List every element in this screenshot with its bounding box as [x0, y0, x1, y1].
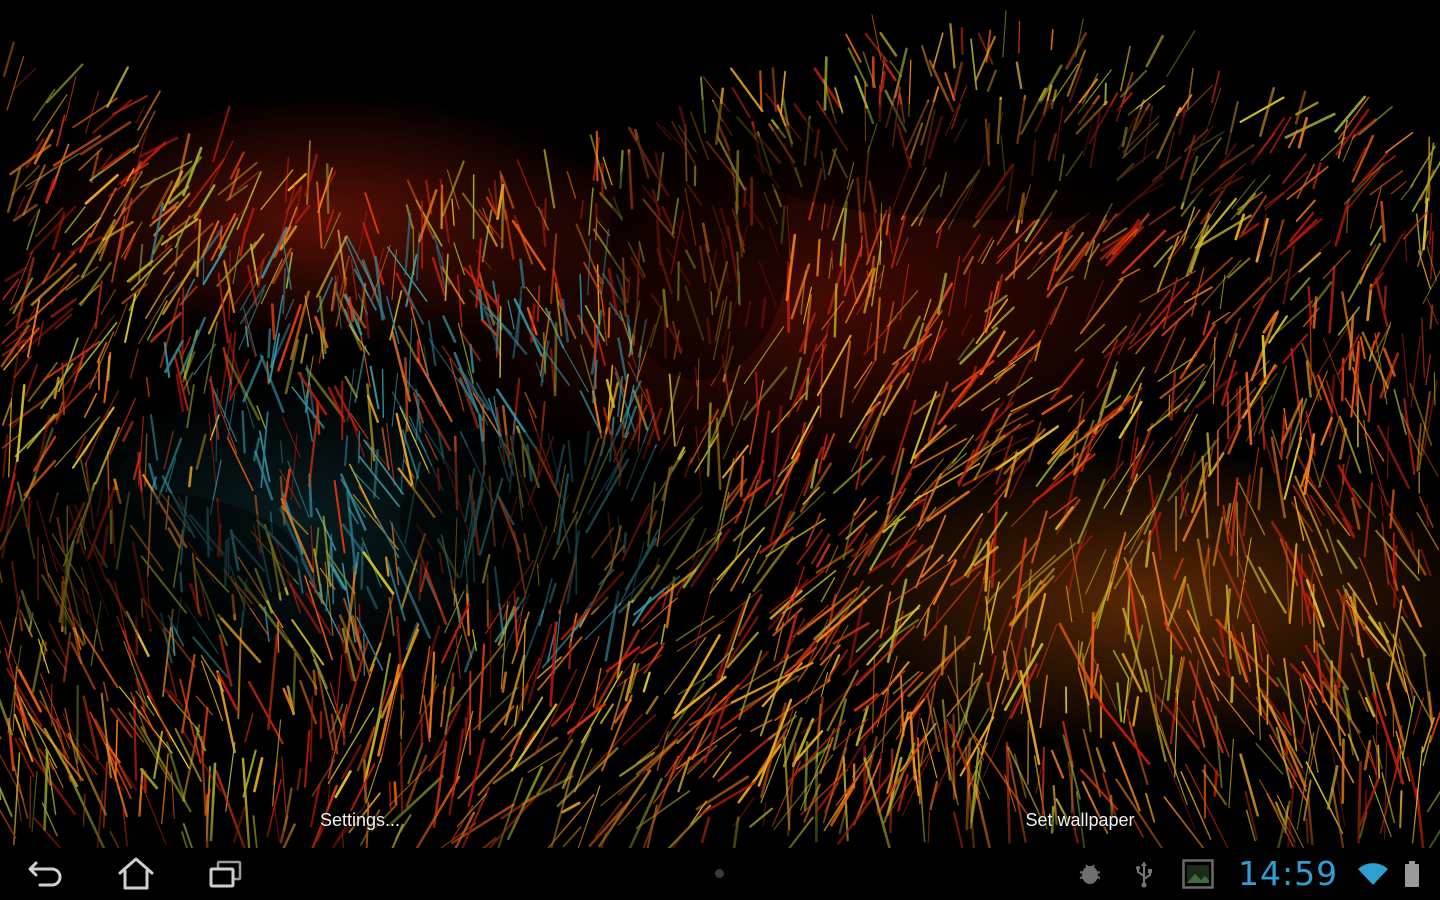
live-wallpaper-preview[interactable] [0, 0, 1440, 848]
recent-apps-button[interactable] [194, 852, 258, 896]
battery-icon [1400, 858, 1424, 890]
wallpaper-action-bar: Settings... Set wallpaper [0, 792, 1440, 848]
wifi-icon [1356, 858, 1390, 890]
fur-wallpaper-art [0, 10, 1440, 848]
usb-icon [1130, 858, 1158, 890]
back-button[interactable] [14, 852, 78, 896]
back-icon [28, 861, 62, 887]
recent-apps-icon [209, 860, 242, 888]
status-clock: 14:59 [1238, 854, 1339, 893]
screen: Settings... Set wallpaper 14:59 [0, 0, 1440, 900]
android-debug-icon [1074, 858, 1106, 890]
home-button[interactable] [104, 852, 168, 896]
settings-button-label: Settings... [319, 809, 401, 830]
gallery-notification-icon [1180, 858, 1216, 890]
settings-button[interactable]: Settings... [0, 792, 720, 848]
center-indicator-dot [715, 869, 724, 878]
home-icon [118, 857, 154, 890]
set-wallpaper-button-label: Set wallpaper [1025, 809, 1135, 830]
set-wallpaper-button[interactable]: Set wallpaper [720, 792, 1440, 848]
